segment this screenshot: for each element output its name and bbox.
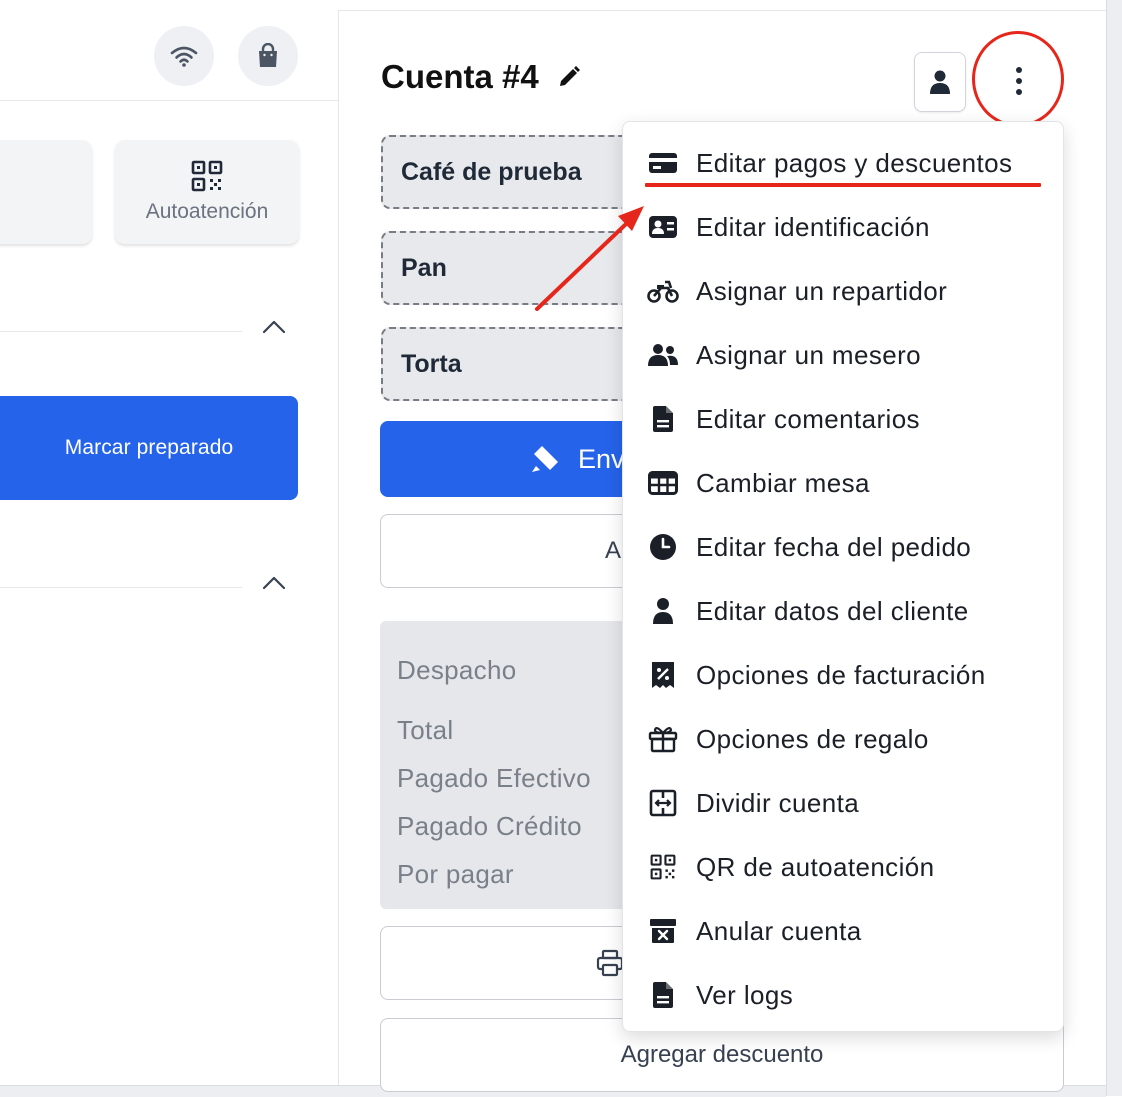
menu-item-label: Editar comentarios: [696, 403, 920, 434]
printer-icon: [596, 949, 624, 977]
mode-tile[interactable]: [0, 140, 92, 244]
motorcycle-icon: [647, 275, 679, 307]
menu-item-change-table[interactable]: Cambiar mesa: [623, 451, 1063, 515]
payment-summary: Despacho Total Pagado Efectivo Pagado Cr…: [380, 621, 640, 909]
menu-item-self-service-qr[interactable]: QR de autoatención: [623, 835, 1063, 899]
paid-cash-label: Pagado Efectivo: [397, 763, 591, 793]
left-header-divider: [0, 100, 338, 101]
menu-item-edit-customer[interactable]: Editar datos del cliente: [623, 579, 1063, 643]
menu-item-label: Editar identificación: [696, 211, 930, 242]
mark-ready-label: Marcar preparado: [64, 436, 234, 459]
to-pay-label: Por pagar: [397, 859, 514, 889]
qr-code-icon: [191, 160, 223, 192]
window-right-gutter: [1106, 0, 1122, 1096]
account-title-row: Cuenta #4: [381, 58, 581, 96]
menu-item-split-account[interactable]: Dividir cuenta: [623, 771, 1063, 835]
menu-item-label: Opciones de facturación: [696, 659, 986, 690]
users-icon: [647, 339, 679, 371]
document-icon: [647, 979, 679, 1011]
menu-item-label: Editar fecha del pedido: [696, 531, 972, 562]
shopping-bag-icon: [259, 43, 277, 67]
add-discount-label: Agregar descuento: [620, 1041, 824, 1068]
paid-credit-label: Pagado Crédito: [397, 811, 582, 841]
annotation-circle: [972, 31, 1064, 127]
menu-item-edit-order-date[interactable]: Editar fecha del pedido: [623, 515, 1063, 579]
print-button[interactable]: [380, 926, 640, 1000]
menu-item-billing-options[interactable]: Opciones de facturación: [623, 643, 1063, 707]
menu-item-void-account[interactable]: Anular cuenta: [623, 899, 1063, 963]
menu-item-label: Dividir cuenta: [696, 787, 860, 818]
document-icon: [647, 403, 679, 435]
credit-card-icon: [647, 147, 679, 179]
menu-item-assign-waiter[interactable]: Asignar un mesero: [623, 323, 1063, 387]
menu-item-edit-identification[interactable]: Editar identificación: [623, 195, 1063, 259]
menu-item-gift-options[interactable]: Opciones de regalo: [623, 707, 1063, 771]
account-options-menu: Editar pagos y descuentos Editar identif…: [622, 121, 1064, 1032]
menu-item-label: Editar datos del cliente: [696, 595, 969, 626]
menu-item-edit-comments[interactable]: Editar comentarios: [623, 387, 1063, 451]
menu-item-label: Opciones de regalo: [696, 723, 929, 754]
secondary-action-label: A: [605, 537, 622, 564]
brush-icon: [532, 446, 558, 472]
section-divider: [0, 587, 242, 588]
gift-icon: [647, 723, 679, 755]
secondary-action-button[interactable]: A: [380, 514, 640, 588]
order-item-name: Torta: [401, 349, 462, 378]
clock-icon: [647, 531, 679, 563]
wifi-icon: [170, 46, 198, 67]
person-icon: [930, 70, 950, 94]
menu-item-label: Editar pagos y descuentos: [696, 147, 1013, 178]
order-item-name: Café de prueba: [401, 157, 582, 186]
shopping-bag-button[interactable]: [238, 26, 298, 86]
pencil-icon[interactable]: [557, 65, 581, 89]
menu-item-label: Asignar un mesero: [696, 339, 922, 370]
split-icon: [647, 787, 679, 819]
order-item[interactable]: Pan: [381, 231, 641, 305]
archive-x-icon: [647, 915, 679, 947]
order-item[interactable]: Café de prueba: [381, 135, 641, 209]
menu-item-assign-delivery[interactable]: Asignar un repartidor: [623, 259, 1063, 323]
person-icon: [647, 595, 679, 627]
account-title: Cuenta #4: [381, 58, 539, 95]
menu-item-label: Cambiar mesa: [696, 467, 870, 498]
order-item[interactable]: Torta: [381, 327, 641, 401]
dispatch-label: Despacho: [397, 655, 517, 685]
menu-item-label: Anular cuenta: [696, 915, 862, 946]
id-card-icon: [647, 211, 679, 243]
self-service-label: Autoatención: [145, 200, 269, 223]
send-button-label: Env: [578, 443, 624, 474]
menu-item-label: Asignar un repartidor: [696, 275, 948, 306]
chevron-up-icon[interactable]: [262, 576, 286, 590]
wifi-button[interactable]: [154, 26, 214, 86]
total-label: Total: [397, 715, 454, 745]
send-button[interactable]: Env: [380, 421, 640, 497]
table-icon: [647, 467, 679, 499]
self-service-tile[interactable]: Autoatención: [115, 140, 299, 244]
order-item-name: Pan: [401, 253, 447, 282]
customer-button[interactable]: [914, 52, 966, 112]
receipt-percent-icon: [647, 659, 679, 691]
menu-item-label: QR de autoatención: [696, 851, 935, 882]
menu-item-view-logs[interactable]: Ver logs: [623, 963, 1063, 1027]
qr-code-icon: [647, 851, 679, 883]
mark-ready-button[interactable]: Marcar preparado: [0, 396, 298, 500]
chevron-up-icon[interactable]: [262, 320, 286, 334]
annotation-underline: [645, 183, 1041, 187]
section-divider: [0, 331, 242, 332]
menu-item-label: Ver logs: [696, 979, 794, 1010]
